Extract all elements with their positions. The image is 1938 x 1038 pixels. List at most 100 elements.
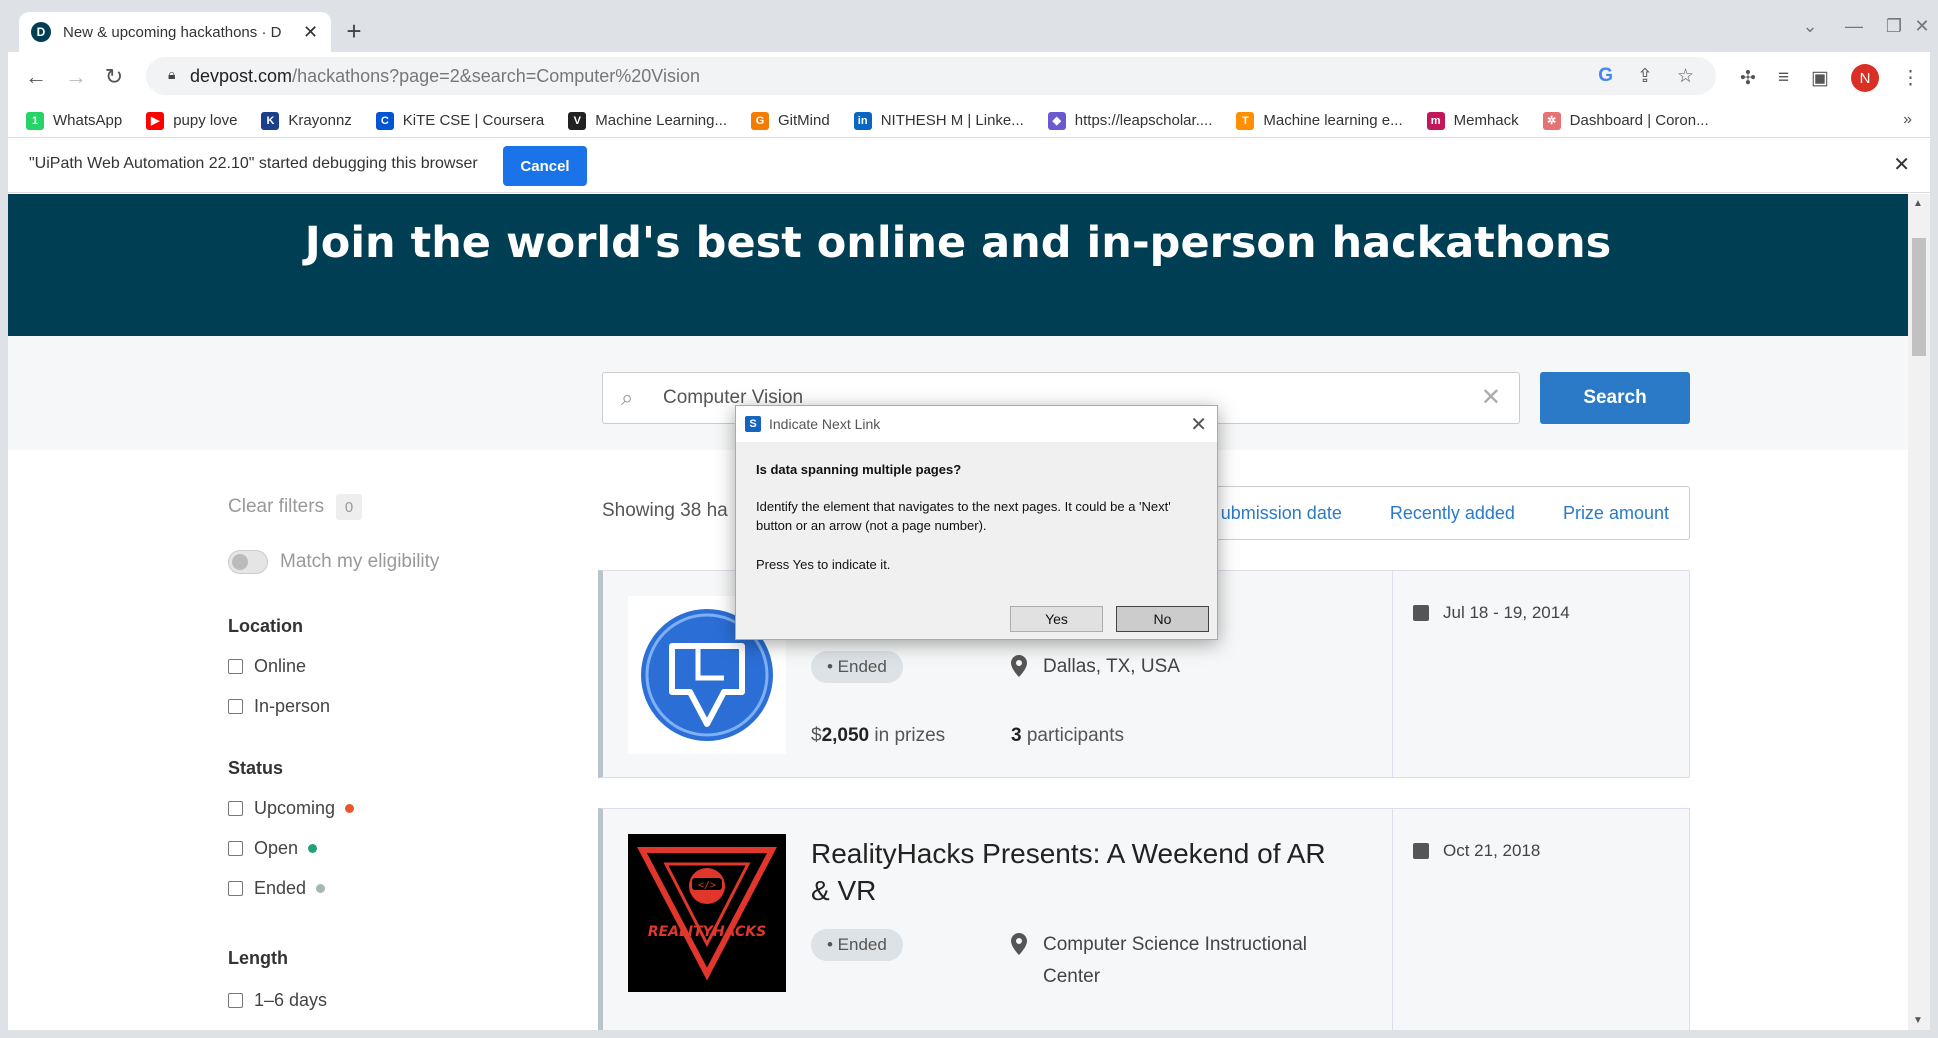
infobar-close-icon[interactable]: ✕ xyxy=(1893,152,1910,177)
filter-label: Ended xyxy=(254,878,307,898)
filter-label: 1–6 days xyxy=(254,990,328,1010)
hackathon-title[interactable]: RealityHacks Presents: A Weekend of AR &… xyxy=(811,835,1341,909)
bookmark-item[interactable]: ◆ https://leapscholar.... xyxy=(1047,111,1213,130)
filter-online[interactable]: Online xyxy=(228,656,306,677)
scroll-down-icon[interactable]: ▼ xyxy=(1913,1015,1923,1026)
bookmark-item[interactable]: T Machine learning e... xyxy=(1236,111,1403,130)
status-badge: • Ended xyxy=(811,929,903,961)
minimize-button[interactable]: — xyxy=(1834,16,1874,37)
profile-avatar[interactable]: N xyxy=(1851,64,1879,92)
bookmark-label: Krayonnz xyxy=(288,112,352,129)
checkbox[interactable] xyxy=(228,699,243,714)
bookmark-favicon-icon: G xyxy=(751,111,769,130)
bookmark-item[interactable]: 1 WhatsApp xyxy=(26,111,123,130)
back-button[interactable]: ← xyxy=(22,64,50,90)
bookmark-star-icon[interactable]: ☆ xyxy=(1677,65,1694,88)
yes-button[interactable]: Yes xyxy=(1010,606,1103,632)
clear-filters-label[interactable]: Clear filters xyxy=(228,496,324,518)
bookmark-label: Machine learning e... xyxy=(1263,112,1403,129)
hackathon-card[interactable]: </> REALITYHACKS RealityHacks Presents: … xyxy=(598,808,1690,1030)
restore-button[interactable]: ❐ xyxy=(1874,16,1914,37)
reload-button[interactable]: ↻ xyxy=(100,64,128,90)
tab-close-icon[interactable]: ✕ xyxy=(303,22,318,43)
location-text: Computer Science Instructional Center xyxy=(1043,934,1308,987)
tab-title: New & upcoming hackathons · D xyxy=(63,23,282,41)
bookmark-favicon-icon: m xyxy=(1426,111,1445,130)
bookmark-item[interactable]: V Machine Learning... xyxy=(568,111,727,130)
search-button[interactable]: Search xyxy=(1540,372,1690,424)
bookmarks-overflow-icon[interactable]: » xyxy=(1903,111,1912,129)
hero-title: Join the world's best online and in-pers… xyxy=(304,218,1612,268)
calendar-icon xyxy=(1413,843,1429,859)
menu-kebab-icon[interactable]: ⋮ xyxy=(1901,67,1920,90)
location-heading: Location xyxy=(228,616,303,636)
checkbox[interactable] xyxy=(228,841,243,856)
filter-label: In-person xyxy=(254,696,331,716)
card-divider xyxy=(1392,809,1393,1030)
bookmark-favicon-icon: in xyxy=(853,111,872,130)
dialog-title: Indicate Next Link xyxy=(769,416,881,432)
forward-button[interactable]: → xyxy=(62,64,90,90)
sort-recently-added[interactable]: Recently added xyxy=(1390,503,1515,524)
bookmark-favicon-icon: 1 xyxy=(26,111,44,130)
no-button[interactable]: No xyxy=(1116,606,1209,632)
card-location: Dallas, TX, USA xyxy=(1011,651,1331,683)
eligibility-toggle[interactable]: Match my eligibility xyxy=(228,550,439,574)
length-heading: Length xyxy=(228,948,288,968)
card-location: Computer Science Instructional Center xyxy=(1011,929,1331,993)
status-badge: • Ended xyxy=(811,651,903,683)
active-tab[interactable]: D New & upcoming hackathons · D ✕ xyxy=(19,12,331,52)
page-scrollbar[interactable]: ▲ ▼ xyxy=(1908,194,1930,1030)
bookmark-label: https://leapscholar.... xyxy=(1074,112,1213,129)
bookmark-label: KiTE CSE | Coursera xyxy=(402,112,545,129)
card-date: Oct 21, 2018 xyxy=(1413,841,1540,861)
sort-prize-amount[interactable]: Prize amount xyxy=(1563,503,1669,524)
hackathon-logo: </> REALITYHACKS xyxy=(628,834,786,992)
open-dot xyxy=(308,844,318,853)
checkbox[interactable] xyxy=(228,801,243,816)
bookmark-favicon-icon: V xyxy=(568,111,587,130)
bookmark-item[interactable]: C KiTE CSE | Coursera xyxy=(375,111,545,130)
google-icon[interactable]: G xyxy=(1598,65,1613,88)
close-window-button[interactable]: ✕ xyxy=(1914,16,1930,37)
bookmark-item[interactable]: G GitMind xyxy=(751,111,830,130)
filter-ended[interactable]: Ended xyxy=(228,878,326,899)
bookmark-label: Memhack xyxy=(1453,112,1519,129)
bookmark-item[interactable]: ✲ Dashboard | Coron... xyxy=(1542,111,1709,130)
bookmark-label: WhatsApp xyxy=(53,112,123,129)
filter-open[interactable]: Open xyxy=(228,838,318,859)
side-panel-icon[interactable]: ▣ xyxy=(1811,67,1829,90)
infobar-cancel-button[interactable]: Cancel xyxy=(503,146,587,186)
tab-search-icon[interactable]: ⌄ xyxy=(1790,16,1830,37)
browser-toolbar: ← → ↻ 🔒︎ devpost.com/hackathons?page=2&s… xyxy=(8,52,1930,104)
filter-upcoming[interactable]: Upcoming xyxy=(228,798,355,819)
media-control-icon[interactable]: ≡ xyxy=(1778,67,1789,89)
bookmark-item[interactable]: m Memhack xyxy=(1426,111,1519,130)
filter-in-person[interactable]: In-person xyxy=(228,696,330,717)
checkbox[interactable] xyxy=(228,993,243,1008)
bookmark-label: GitMind xyxy=(778,112,830,129)
toggle-switch[interactable] xyxy=(228,550,268,574)
bookmark-item[interactable]: in NITHESH M | Linke... xyxy=(853,111,1024,130)
share-icon[interactable]: ⇪ xyxy=(1637,65,1653,88)
clear-search-icon[interactable]: ✕ xyxy=(1481,383,1501,412)
dialog-close-icon[interactable]: ✕ xyxy=(1190,412,1207,437)
eligibility-label: Match my eligibility xyxy=(280,551,440,572)
address-bar[interactable]: 🔒︎ devpost.com/hackathons?page=2&search=… xyxy=(146,57,1716,95)
scroll-thumb[interactable] xyxy=(1912,238,1926,356)
sort-submission-date[interactable]: ubmission date xyxy=(1221,503,1342,524)
filter-length-1-6[interactable]: 1–6 days xyxy=(228,990,327,1011)
scroll-up-icon[interactable]: ▲ xyxy=(1913,198,1923,209)
url-text[interactable]: devpost.com/hackathons?page=2&search=Com… xyxy=(190,66,700,87)
new-tab-button[interactable]: + xyxy=(338,15,370,47)
sort-options: ubmission date Recently added Prize amou… xyxy=(1199,486,1690,540)
checkbox[interactable] xyxy=(228,881,243,896)
lock-icon[interactable]: 🔒︎ xyxy=(168,66,175,83)
filter-label: Online xyxy=(254,656,307,676)
extensions-icon[interactable]: ✣ xyxy=(1740,67,1756,90)
clear-filters-link[interactable]: Clear filters 0 xyxy=(228,494,363,520)
checkbox[interactable] xyxy=(228,659,243,674)
bookmark-item[interactable]: ▶ pupy love xyxy=(146,111,237,130)
bookmark-item[interactable]: K Krayonnz xyxy=(261,111,352,130)
hero-banner: Join the world's best online and in-pers… xyxy=(8,194,1908,336)
